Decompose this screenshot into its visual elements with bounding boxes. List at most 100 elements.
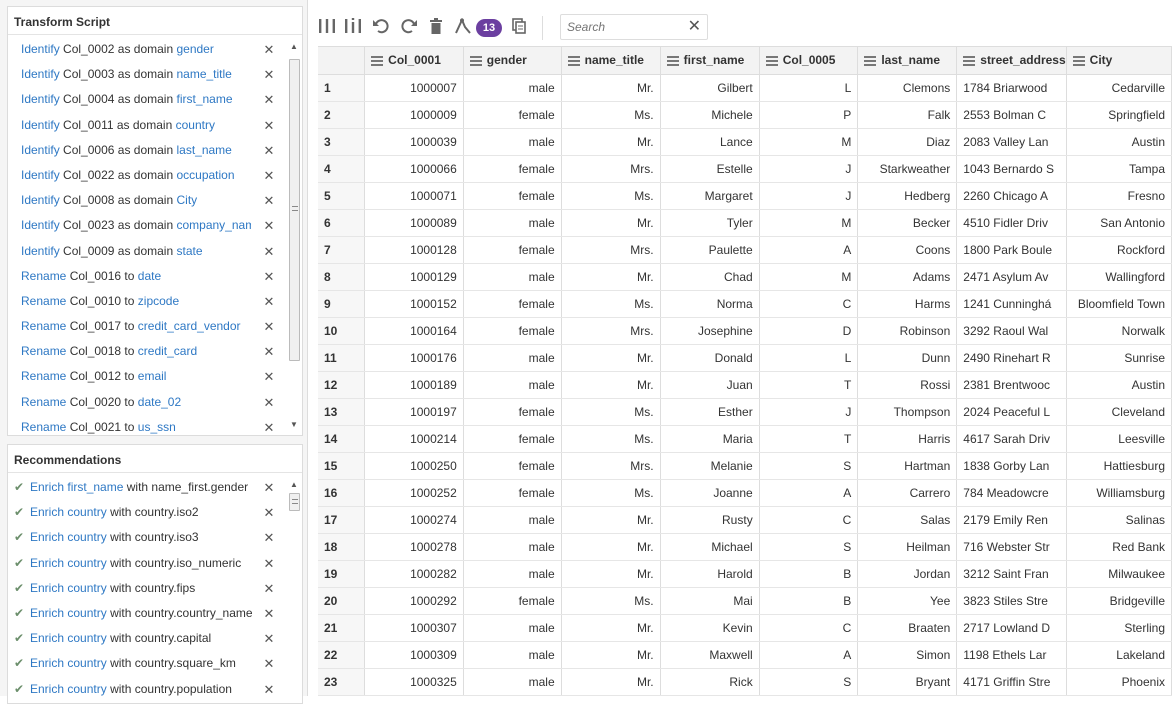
- table-row[interactable]: 20 1000292 female Ms. Mai B Yee 3823 Stiles Str…: [318, 587, 1172, 615]
- table-row[interactable]: 23 1000325 male Mr. Rick S Bryant 4171 Griffin …: [318, 668, 1172, 696]
- col-0005-cell[interactable]: B: [759, 587, 859, 615]
- table-row[interactable]: 10 1000164 female Mrs. Josephine D Robinson 329…: [318, 317, 1172, 345]
- street-address-cell[interactable]: 4171 Griffin Stre: [956, 668, 1067, 696]
- street-address-cell[interactable]: 716 Webster Str: [956, 533, 1067, 561]
- col-0001-cell[interactable]: 1000071: [364, 182, 464, 210]
- last-name-cell[interactable]: Thompson: [857, 398, 958, 426]
- col-0001-cell[interactable]: 1000189: [364, 371, 464, 399]
- col-0001-cell[interactable]: 1000164: [364, 317, 464, 345]
- street-address-cell[interactable]: 2381 Brentwooc: [956, 371, 1067, 399]
- col-0005-cell[interactable]: D: [759, 317, 859, 345]
- col-0005-cell[interactable]: J: [759, 398, 859, 426]
- col-0005-cell[interactable]: M: [759, 209, 859, 237]
- recommendations-icon[interactable]: [454, 17, 472, 38]
- col-0005-cell[interactable]: T: [759, 425, 859, 453]
- street-address-cell[interactable]: 4617 Sarah Driv: [956, 425, 1067, 453]
- col-0001-cell[interactable]: 1000066: [364, 155, 464, 183]
- dismiss-recommendation-icon[interactable]: ✕: [263, 626, 275, 651]
- col-0005-cell[interactable]: S: [759, 668, 859, 696]
- name-title-cell[interactable]: Ms.: [561, 182, 661, 210]
- column-header[interactable]: City: [1066, 47, 1172, 75]
- script-step[interactable]: Rename Col_0020 to date_02 ✕: [10, 390, 286, 415]
- rec-verb[interactable]: Enrich: [30, 656, 64, 670]
- first-name-cell[interactable]: Maria: [660, 425, 760, 453]
- recommendation-item[interactable]: ✔ Enrich country with country.iso2 ✕: [10, 500, 286, 525]
- recommendations-count-badge[interactable]: 13: [476, 19, 502, 37]
- first-name-cell[interactable]: Joanne: [660, 479, 760, 507]
- first-name-cell[interactable]: Kevin: [660, 614, 760, 642]
- table-row[interactable]: 16 1000252 female Ms. Joanne A Carrero 784 Mead…: [318, 479, 1172, 507]
- city-cell[interactable]: Springfield: [1066, 101, 1172, 129]
- street-address-cell[interactable]: 2717 Lowland D: [956, 614, 1067, 642]
- city-cell[interactable]: Norwalk: [1066, 317, 1172, 345]
- col-0001-cell[interactable]: 1000250: [364, 452, 464, 480]
- col-0001-cell[interactable]: 1000252: [364, 479, 464, 507]
- first-name-cell[interactable]: Chad: [660, 263, 760, 291]
- col-0001-cell[interactable]: 1000039: [364, 128, 464, 156]
- col-0005-cell[interactable]: S: [759, 452, 859, 480]
- remove-step-icon[interactable]: ✕: [263, 163, 275, 188]
- last-name-cell[interactable]: Hedberg: [857, 182, 958, 210]
- columns-icon[interactable]: [318, 18, 336, 38]
- last-name-cell[interactable]: Clemons: [857, 74, 958, 102]
- table-row[interactable]: 2 1000009 female Ms. Michele P Falk 2553 Bolman…: [318, 101, 1172, 129]
- column-menu-icon[interactable]: [666, 54, 679, 68]
- rec-column[interactable]: country: [67, 556, 106, 570]
- search-input[interactable]: [561, 15, 681, 39]
- script-step[interactable]: Rename Col_0017 to credit_card_vendor ✕: [10, 314, 286, 339]
- last-name-cell[interactable]: Heilman: [857, 533, 958, 561]
- col-0001-cell[interactable]: 1000274: [364, 506, 464, 534]
- col-0005-cell[interactable]: J: [759, 182, 859, 210]
- name-title-cell[interactable]: Ms.: [561, 101, 661, 129]
- name-title-cell[interactable]: Ms.: [561, 290, 661, 318]
- script-step[interactable]: Identify Col_0009 as domain state ✕: [10, 239, 286, 264]
- first-name-cell[interactable]: Melanie: [660, 452, 760, 480]
- dismiss-recommendation-icon[interactable]: ✕: [263, 525, 275, 550]
- remove-step-icon[interactable]: ✕: [263, 289, 275, 314]
- column-menu-icon[interactable]: [469, 54, 482, 68]
- gender-cell[interactable]: female: [463, 101, 562, 129]
- col-0001-cell[interactable]: 1000176: [364, 344, 464, 372]
- last-name-cell[interactable]: Diaz: [857, 128, 958, 156]
- name-title-cell[interactable]: Ms.: [561, 479, 661, 507]
- city-cell[interactable]: Rockford: [1066, 236, 1172, 264]
- recommendation-item[interactable]: ✔ Enrich country with country.capital ✕: [10, 626, 286, 651]
- dismiss-recommendation-icon[interactable]: ✕: [263, 551, 275, 576]
- recommendation-item[interactable]: ✔ Enrich country with country.iso3 ✕: [10, 525, 286, 550]
- city-cell[interactable]: Leesville: [1066, 425, 1172, 453]
- col-0005-cell[interactable]: S: [759, 533, 859, 561]
- col-0001-cell[interactable]: 1000128: [364, 236, 464, 264]
- rec-column[interactable]: country: [67, 505, 106, 519]
- name-title-cell[interactable]: Mr.: [561, 560, 661, 588]
- first-name-cell[interactable]: Norma: [660, 290, 760, 318]
- name-title-cell[interactable]: Mr.: [561, 668, 661, 696]
- script-step[interactable]: Identify Col_0008 as domain City ✕: [10, 188, 286, 213]
- step-verb[interactable]: Identify: [21, 42, 60, 56]
- name-title-cell[interactable]: Mr.: [561, 209, 661, 237]
- gender-cell[interactable]: male: [463, 74, 562, 102]
- rec-column[interactable]: country: [67, 606, 106, 620]
- column-menu-icon[interactable]: [963, 54, 976, 68]
- script-step[interactable]: Identify Col_0002 as domain gender ✕: [10, 37, 286, 62]
- step-verb[interactable]: Identify: [21, 244, 60, 258]
- table-row[interactable]: 11 1000176 male Mr. Donald L Dunn 2490 Rinehart…: [318, 344, 1172, 372]
- step-verb[interactable]: Rename: [21, 395, 66, 409]
- remove-step-icon[interactable]: ✕: [263, 37, 275, 62]
- step-target[interactable]: name_title: [176, 67, 231, 81]
- remove-step-icon[interactable]: ✕: [263, 113, 275, 138]
- step-target[interactable]: email: [138, 369, 167, 383]
- col-0005-cell[interactable]: A: [759, 236, 859, 264]
- table-row[interactable]: 1 1000007 male Mr. Gilbert L Clemons 1784 Briar…: [318, 74, 1172, 102]
- city-cell[interactable]: Wallingford: [1066, 263, 1172, 291]
- name-title-cell[interactable]: Mr.: [561, 128, 661, 156]
- remove-step-icon[interactable]: ✕: [263, 87, 275, 112]
- first-name-cell[interactable]: Lance: [660, 128, 760, 156]
- last-name-cell[interactable]: Yee: [857, 587, 958, 615]
- step-verb[interactable]: Rename: [21, 269, 66, 283]
- gender-cell[interactable]: female: [463, 425, 562, 453]
- accept-check-icon[interactable]: ✔: [14, 651, 30, 676]
- recommendation-item[interactable]: ✔ Enrich country with country.square_km ✕: [10, 651, 286, 676]
- first-name-cell[interactable]: Michele: [660, 101, 760, 129]
- dismiss-recommendation-icon[interactable]: ✕: [263, 677, 275, 702]
- scroll-thumb[interactable]: [289, 59, 300, 361]
